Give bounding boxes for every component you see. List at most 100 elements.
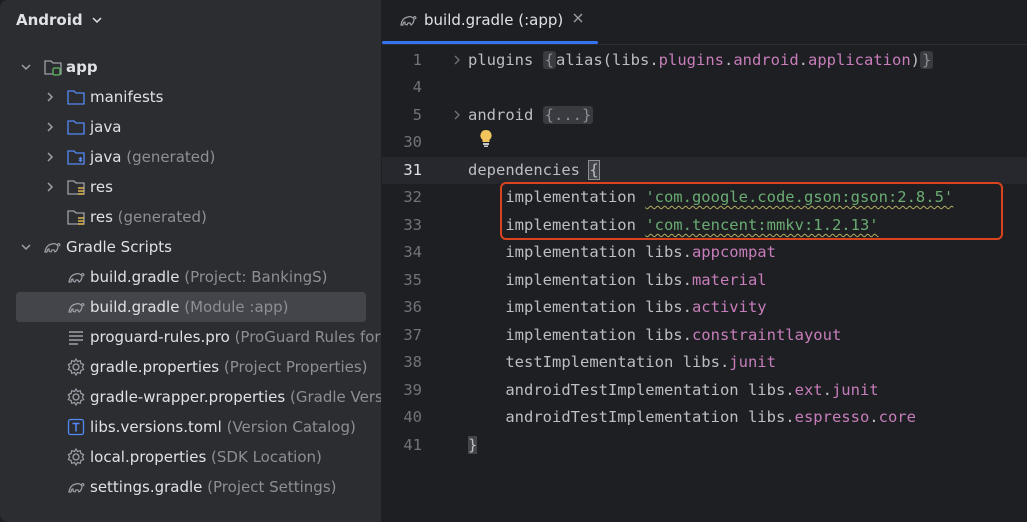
code-token: android bbox=[733, 51, 799, 69]
line-number: 38 bbox=[403, 353, 422, 371]
chevron-down-icon[interactable] bbox=[20, 61, 32, 73]
tab-build-gradle-app[interactable]: build.gradle (:app) bbox=[382, 0, 598, 44]
code-line[interactable]: 41 } bbox=[382, 432, 1027, 459]
tree-item-proguard-rules[interactable]: proguard-rules.pro (ProGuard Rules for bbox=[0, 322, 381, 352]
code-line[interactable]: 36 implementation libs.activity bbox=[382, 294, 1027, 321]
gradle-icon bbox=[400, 15, 417, 26]
settings-gear-icon bbox=[67, 357, 85, 377]
tree-item-res-generated[interactable]: res (generated) bbox=[0, 202, 381, 232]
code-text: plugins {alias(libs.plugins.android.appl… bbox=[468, 47, 934, 74]
code-token: { bbox=[588, 160, 600, 180]
tree-item-label: res bbox=[90, 208, 113, 226]
folded-code-block[interactable]: {...} bbox=[542, 106, 594, 124]
module-folder-icon bbox=[44, 60, 62, 76]
code-token: junit bbox=[831, 381, 879, 399]
tree-item-build-gradle-module[interactable]: build.gradle (Module :app) bbox=[0, 292, 381, 322]
line-number: 1 bbox=[412, 51, 422, 69]
line-number: 31 bbox=[403, 161, 422, 179]
tree-item-secondary: (Gradle Versi bbox=[290, 388, 381, 406]
gradle-icon bbox=[68, 302, 85, 313]
tree-item-label: app bbox=[66, 58, 98, 76]
code-token: material bbox=[691, 271, 767, 289]
tree-item-label: libs.versions.toml bbox=[90, 418, 222, 436]
fold-chevron-icon[interactable] bbox=[452, 55, 462, 65]
tree-item-libs-versions-toml[interactable]: libs.versions.toml (Version Catalog) bbox=[0, 412, 381, 442]
tree-item-label: Gradle Scripts bbox=[66, 238, 172, 256]
code-line[interactable]: 34 implementation libs.appcompat bbox=[382, 239, 1027, 266]
tree-item-build-gradle-project[interactable]: build.gradle (Project: BankingS) bbox=[0, 262, 381, 292]
code-token: androidTestImplementation libs. bbox=[468, 408, 795, 426]
settings-gear-icon bbox=[67, 387, 85, 407]
tree-item-manifests[interactable]: manifests bbox=[0, 82, 381, 112]
line-number: 36 bbox=[403, 298, 422, 316]
code-token: implementation libs. bbox=[468, 298, 692, 316]
chevron-right-icon[interactable] bbox=[44, 151, 56, 163]
line-number: 5 bbox=[412, 106, 422, 124]
code-token: appcompat bbox=[691, 243, 776, 261]
tree-item-label: settings.gradle bbox=[90, 478, 203, 496]
line-number: 39 bbox=[403, 381, 422, 399]
toml-file-icon bbox=[67, 418, 85, 436]
line-number: 34 bbox=[403, 243, 422, 261]
tree-item-local-properties[interactable]: local.properties (SDK Location) bbox=[0, 442, 381, 472]
tree-item-app[interactable]: app bbox=[0, 52, 381, 82]
chevron-right-icon[interactable] bbox=[44, 91, 56, 103]
code-token: activity bbox=[691, 298, 767, 316]
code-text: androidTestImplementation libs.espresso.… bbox=[468, 404, 916, 431]
tree-item-secondary: (generated) bbox=[117, 208, 207, 226]
code-token: } bbox=[920, 51, 934, 69]
code-token: dependencies bbox=[468, 161, 590, 179]
chevron-down-icon[interactable] bbox=[20, 241, 32, 253]
tree-item-gradle-wrapper-properties[interactable]: gradle-wrapper.properties (Gradle Versi bbox=[0, 382, 381, 412]
chevron-right-icon[interactable] bbox=[44, 121, 56, 133]
code-text: implementation libs.constraintlayout bbox=[468, 322, 841, 349]
code-token: implementation libs. bbox=[468, 326, 692, 344]
code-text: } bbox=[468, 432, 478, 459]
code-token: testImplementation libs. bbox=[468, 353, 730, 371]
code-line[interactable]: 4 bbox=[382, 74, 1027, 101]
lightbulb-icon[interactable] bbox=[478, 128, 494, 148]
tree-item-settings-gradle[interactable]: settings.gradle (Project Settings) bbox=[0, 472, 381, 502]
tree-item-label: gradle-wrapper.properties bbox=[90, 388, 286, 406]
code-line[interactable]: 35 implementation libs.material bbox=[382, 267, 1027, 294]
tree-item-java-generated[interactable]: java (generated) bbox=[0, 142, 381, 172]
tree-item-text: libs.versions.toml (Version Catalog) bbox=[90, 417, 356, 437]
settings-gear-icon bbox=[67, 447, 85, 467]
code-line-current[interactable]: 31 dependencies { bbox=[382, 157, 1027, 184]
code-line[interactable]: 1 plugins {alias(libs.plugins.android.ap… bbox=[382, 47, 1027, 74]
code-token: core bbox=[878, 408, 916, 426]
ide-window: Android app manifests java java (generat… bbox=[0, 0, 1027, 522]
tree-item-gradle-scripts[interactable]: Gradle Scripts bbox=[0, 232, 381, 262]
code-line[interactable]: 37 implementation libs.constraintlayout bbox=[382, 322, 1027, 349]
tree-item-res[interactable]: res bbox=[0, 172, 381, 202]
code-line[interactable]: 38 testImplementation libs.junit bbox=[382, 349, 1027, 376]
code-token: plugins bbox=[468, 51, 543, 69]
tree-item-text: java (generated) bbox=[90, 147, 215, 167]
code-token: espresso bbox=[794, 408, 870, 426]
gradle-icon bbox=[44, 242, 61, 253]
editor-tab-bar: build.gradle (:app) bbox=[382, 0, 1027, 45]
fold-chevron-icon[interactable] bbox=[452, 110, 462, 120]
chevron-right-icon[interactable] bbox=[44, 181, 56, 193]
code-line[interactable]: 5 android {...} bbox=[382, 102, 1027, 129]
code-token: plugins bbox=[658, 51, 724, 69]
tree-item-secondary: (Module :app) bbox=[184, 298, 289, 316]
code-token: androidTestImplementation libs. bbox=[468, 381, 795, 399]
folder-icon bbox=[67, 90, 85, 105]
close-icon[interactable] bbox=[572, 12, 584, 24]
tree-item-text: gradle-wrapper.properties (Gradle Versi bbox=[90, 387, 381, 407]
code-line[interactable]: 39 androidTestImplementation libs.ext.ju… bbox=[382, 377, 1027, 404]
tree-item-text: res (generated) bbox=[90, 207, 207, 227]
tab-label: build.gradle (:app) bbox=[424, 11, 564, 29]
tree-item-text: settings.gradle (Project Settings) bbox=[90, 477, 337, 497]
project-view-selector[interactable]: Android bbox=[16, 8, 103, 32]
tree-item-java[interactable]: java bbox=[0, 112, 381, 142]
tree-item-label: proguard-rules.pro bbox=[90, 328, 230, 346]
code-editor[interactable]: build.gradle (:app) 1 plugins {alias(lib… bbox=[382, 0, 1027, 522]
tree-item-gradle-properties[interactable]: gradle.properties (Project Properties) bbox=[0, 352, 381, 382]
code-token: . bbox=[723, 51, 734, 69]
tree-item-secondary: (Project: BankingS) bbox=[184, 268, 328, 286]
tree-item-label: local.properties bbox=[90, 448, 207, 466]
code-token: . bbox=[822, 381, 832, 399]
code-line[interactable]: 40 androidTestImplementation libs.espres… bbox=[382, 404, 1027, 431]
